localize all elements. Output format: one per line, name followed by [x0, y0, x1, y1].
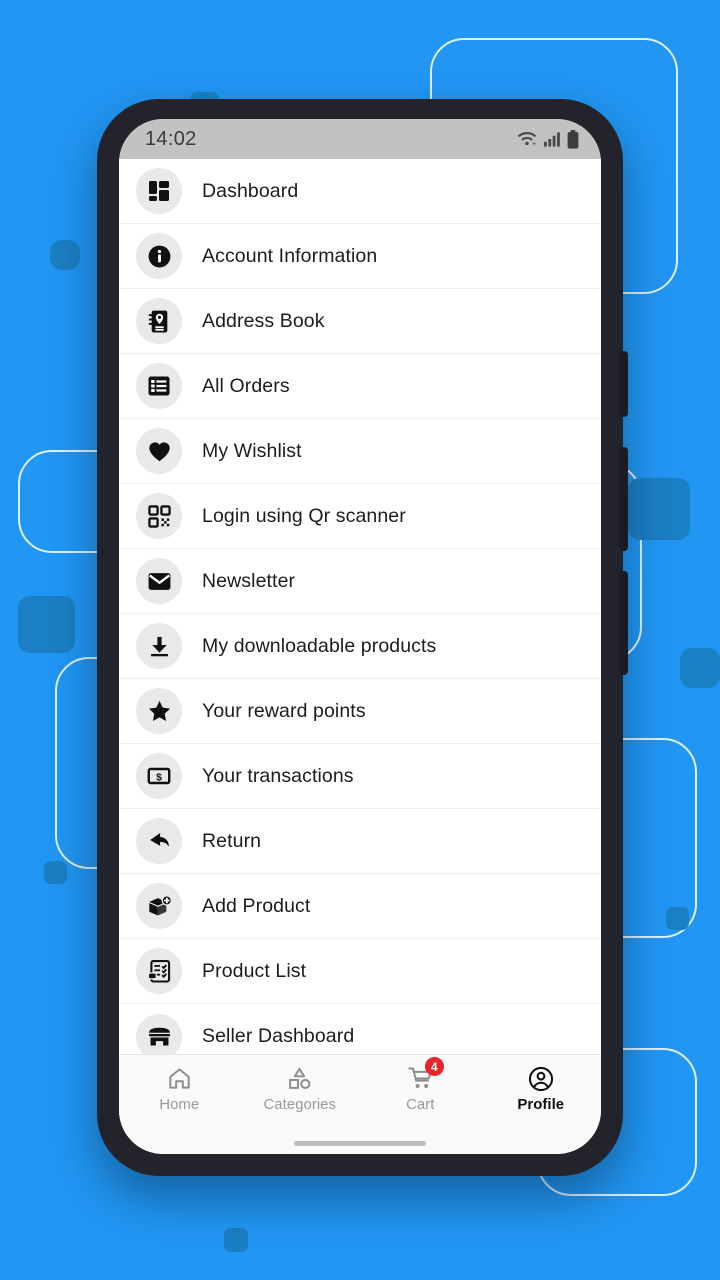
menu-item-product-list[interactable]: Product List [119, 939, 601, 1004]
envelope-icon [136, 558, 182, 604]
bg-square-5 [628, 478, 690, 540]
bottom-navigation-bar: Home Categories 4 Cart Profile [119, 1054, 601, 1132]
battery-icon [567, 129, 579, 149]
bg-square-2 [18, 596, 75, 653]
star-icon [136, 688, 182, 734]
wifi-icon: + [516, 130, 538, 148]
address-book-icon [136, 298, 182, 344]
bg-square-1 [50, 240, 80, 270]
bg-square-3 [44, 861, 67, 884]
menu-item-label: Login using Qr scanner [202, 504, 406, 527]
bg-square-6 [680, 648, 720, 688]
menu-item-label: Address Book [202, 309, 325, 332]
money-note-icon: $ [136, 753, 182, 799]
bg-square-7 [666, 907, 689, 930]
menu-item-label: Add Product [202, 894, 311, 917]
menu-item-label: My downloadable products [202, 634, 437, 657]
clipboard-check-icon [136, 948, 182, 994]
box-plus-icon [136, 883, 182, 929]
nav-item-label: Categories [263, 1096, 337, 1113]
menu-item-account-information[interactable]: Account Information [119, 224, 601, 289]
menu-item-return[interactable]: Return [119, 809, 601, 874]
menu-item-label: Newsletter [202, 569, 296, 592]
status-bar-icons: + [516, 129, 579, 149]
home-icon [167, 1066, 192, 1091]
qr-code-icon [136, 493, 182, 539]
account-menu-list[interactable]: Dashboard Account Information Address Bo… [119, 159, 601, 1054]
nav-item-profile[interactable]: Profile [481, 1066, 602, 1113]
status-bar-time: 14:02 [145, 127, 197, 150]
phone-volume-down-button[interactable] [619, 571, 628, 675]
menu-item-label: Product List [202, 959, 307, 982]
menu-item-seller-dashboard[interactable]: Seller Dashboard [119, 1004, 601, 1054]
bg-square-4 [224, 1228, 248, 1252]
menu-item-label: Seller Dashboard [202, 1025, 355, 1047]
menu-item-your-reward-points[interactable]: Your reward points [119, 679, 601, 744]
menu-item-login-qr-scanner[interactable]: Login using Qr scanner [119, 484, 601, 549]
nav-item-home[interactable]: Home [119, 1066, 240, 1113]
storefront-icon [136, 1013, 182, 1054]
cart-badge: 4 [424, 1057, 444, 1076]
person-circle-icon [528, 1066, 554, 1091]
menu-item-label: My Wishlist [202, 439, 302, 462]
menu-item-my-wishlist[interactable]: My Wishlist [119, 419, 601, 484]
menu-item-label: All Orders [202, 374, 290, 397]
home-indicator-bar[interactable] [294, 1140, 426, 1146]
menu-item-label: Return [202, 829, 262, 852]
svg-text:+: + [532, 139, 536, 148]
menu-item-label: Your transactions [202, 764, 354, 787]
menu-item-dashboard[interactable]: Dashboard [119, 159, 601, 224]
menu-item-newsletter[interactable]: Newsletter [119, 549, 601, 614]
status-bar: 14:02 + [119, 119, 601, 159]
heart-icon [136, 428, 182, 474]
phone-device-frame: 14:02 + Dashboard Account Information Ad… [97, 99, 628, 1176]
menu-item-label: Account Information [202, 244, 378, 267]
phone-screen: 14:02 + Dashboard Account Information Ad… [119, 119, 601, 1154]
dashboard-grid-icon [136, 168, 182, 214]
nav-item-categories[interactable]: Categories [240, 1066, 361, 1113]
nav-item-cart[interactable]: 4 Cart [360, 1057, 481, 1113]
menu-item-label: Dashboard [202, 179, 299, 202]
cart-icon: 4 [408, 1057, 444, 1091]
menu-item-my-downloadable-products[interactable]: My downloadable products [119, 614, 601, 679]
phone-power-button[interactable] [619, 351, 628, 417]
nav-item-label: Home [159, 1096, 200, 1113]
menu-item-add-product[interactable]: Add Product [119, 874, 601, 939]
menu-item-label: Your reward points [202, 699, 366, 722]
list-orders-icon [136, 363, 182, 409]
download-icon [136, 623, 182, 669]
shapes-icon [287, 1066, 312, 1091]
menu-item-all-orders[interactable]: All Orders [119, 354, 601, 419]
nav-item-label: Profile [517, 1096, 565, 1113]
menu-item-address-book[interactable]: Address Book [119, 289, 601, 354]
nav-item-label: Cart [406, 1096, 435, 1113]
menu-item-your-transactions[interactable]: $ Your transactions [119, 744, 601, 809]
svg-text:$: $ [156, 771, 162, 783]
phone-volume-up-button[interactable] [619, 447, 628, 551]
home-indicator-area [119, 1132, 601, 1154]
info-circle-icon [136, 233, 182, 279]
signal-icon [544, 131, 561, 147]
back-arrow-icon [136, 818, 182, 864]
